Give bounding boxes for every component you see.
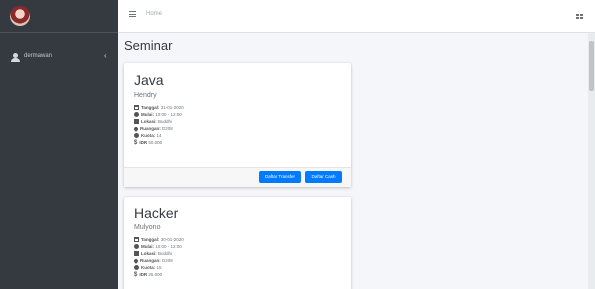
user-icon [11, 53, 20, 62]
dollar-icon: $ [134, 272, 138, 278]
grid-icon[interactable] [576, 14, 583, 20]
map-pin-icon [133, 126, 139, 132]
detail-kuota: Kuota: 14 [134, 132, 184, 139]
scrollbar[interactable] [588, 33, 595, 289]
brand-logo[interactable] [10, 6, 30, 26]
detail-lokasi: Lokasi: Buddhi [134, 250, 184, 257]
copyright-icon [134, 133, 139, 138]
dollar-icon: $ [134, 140, 138, 146]
hamburger-icon[interactable] [129, 11, 136, 17]
calendar-icon [134, 237, 139, 242]
sidebar: dermawan ‹ [0, 0, 118, 289]
detail-ruangan: Ruangan: D208 [133, 125, 184, 132]
calendar-icon [134, 105, 139, 110]
top-navbar: Home [118, 0, 595, 33]
detail-idr: $ IDR 50.000 [134, 140, 163, 146]
clock-icon [134, 244, 139, 249]
detail-kuota: Kuota: 15 [134, 264, 184, 271]
sidebar-user-item[interactable]: dermawan ‹ [0, 50, 118, 66]
seminar-details: Tanggal: 31-01-2020 Mulai: 10:00 - 12:00… [133, 104, 184, 146]
page-title: Seminar [124, 38, 173, 53]
home-link[interactable]: Home [146, 11, 162, 17]
chevron-left-icon[interactable]: ‹ [104, 51, 107, 60]
detail-mulai: Mulai: 10:00 - 12:00 [134, 111, 184, 118]
copyright-icon [134, 265, 139, 270]
daftar-transfer-button[interactable]: Daftar Transfer [259, 171, 301, 183]
detail-tanggal: Tanggal: 31-01-2020 [134, 104, 184, 111]
seminar-title: Java [134, 72, 164, 88]
detail-idr: $ IDR 25.000 [134, 272, 163, 278]
seminar-card: Java Hendry Tanggal: 31-01-2020 Mulai: 1… [124, 63, 351, 187]
daftar-cash-button[interactable]: Daftar Cash [305, 171, 342, 183]
seminar-speaker: Hendry [134, 92, 157, 99]
building-icon [134, 251, 139, 256]
seminar-card: Hacker Mulyono Tanggal: 30-01-2020 Mulai… [124, 197, 351, 289]
scrollbar-thumb[interactable] [589, 41, 594, 91]
detail-mulai: Mulai: 10:00 - 12:00 [134, 243, 184, 250]
brand-area [0, 0, 118, 33]
detail-ruangan: Ruangan: D208 [133, 257, 184, 264]
map-pin-icon [133, 258, 139, 264]
seminar-speaker: Mulyono [134, 224, 161, 231]
detail-lokasi: Lokasi: Buddhi [134, 118, 184, 125]
sidebar-user-name: dermawan [24, 53, 53, 59]
seminar-details: Tanggal: 30-01-2020 Mulai: 10:00 - 12:00… [133, 236, 184, 278]
seminar-title: Hacker [134, 205, 179, 221]
detail-tanggal: Tanggal: 30-01-2020 [134, 236, 184, 243]
clock-icon [134, 112, 139, 117]
building-icon [134, 119, 139, 124]
